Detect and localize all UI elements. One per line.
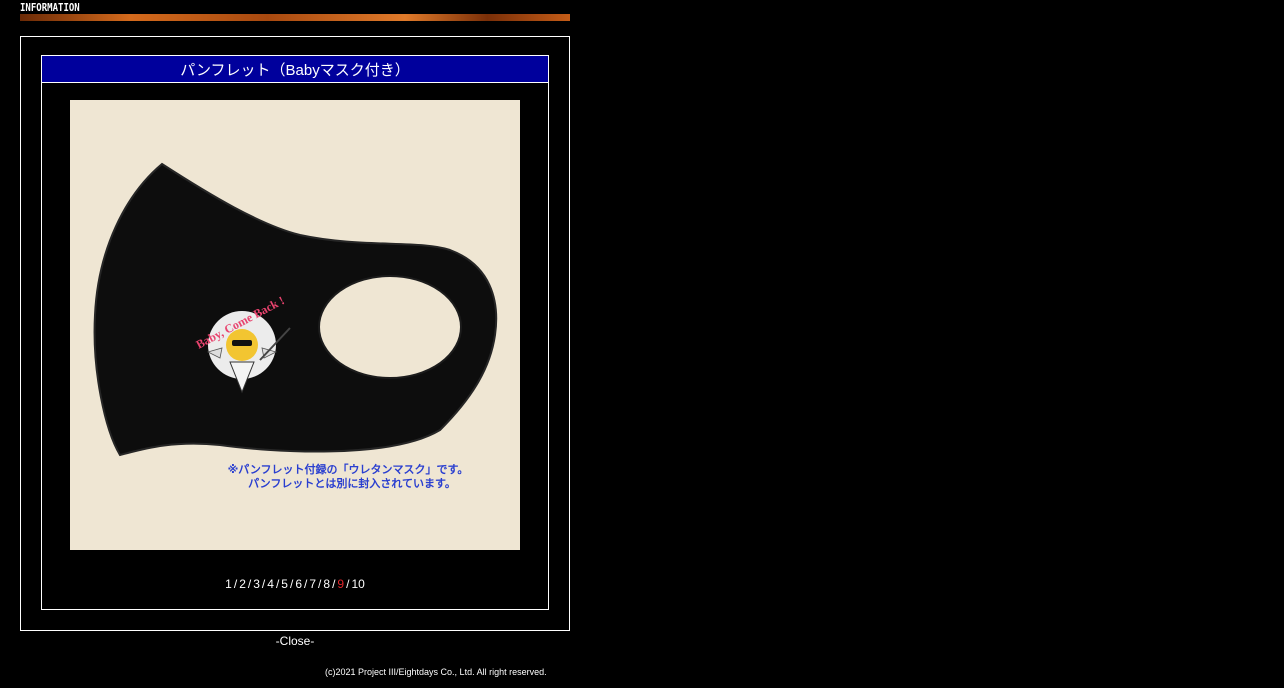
modal-title-bar: パンフレット（Babyマスク付き） <box>42 56 548 83</box>
mask-ear-hole <box>318 275 462 379</box>
image-caption-line1: ※パンフレット付録の「ウレタンマスク」です。 <box>228 462 469 476</box>
close-link[interactable]: -Close- <box>20 634 570 648</box>
page-separator: / <box>275 577 280 591</box>
page-separator: / <box>247 577 252 591</box>
footer-copyright: (c)2021 Project III/Eightdays Co., Ltd. … <box>325 667 547 677</box>
page-link-4[interactable]: 4 <box>267 577 274 591</box>
mask-illustration: Baby, Come Back ! ※パンフレット付録の「ウレタンマスク」です。… <box>93 162 498 490</box>
page-link-10[interactable]: 10 <box>351 577 364 591</box>
page-separator: / <box>346 577 350 591</box>
page-link-6[interactable]: 6 <box>295 577 302 591</box>
page-separator: / <box>261 577 266 591</box>
modal-inner-frame: パンフレット（Babyマスク付き） Baby, Come Back ! ※パンフ… <box>41 55 549 610</box>
page-separator: / <box>318 577 322 591</box>
page-link-5[interactable]: 5 <box>281 577 288 591</box>
page-link-7[interactable]: 7 <box>309 577 316 591</box>
page-link-9: 9 <box>337 577 345 591</box>
header-information-label: INFORMATION <box>20 1 80 14</box>
page-separator: / <box>289 577 294 591</box>
page-link-8[interactable]: 8 <box>323 577 330 591</box>
page-link-3[interactable]: 3 <box>253 577 260 591</box>
header-decorative-bar <box>20 14 570 21</box>
modal-title: パンフレット（Babyマスク付き） <box>180 61 410 79</box>
product-image-mask: Baby, Come Back ! ※パンフレット付録の「ウレタンマスク」です。… <box>70 100 520 550</box>
page-separator: / <box>332 577 336 591</box>
image-caption-line2: パンフレットとは別に封入されています。 <box>248 476 456 490</box>
pagination: 1/2/3/4/5/6/7/8/9/10 <box>42 577 548 591</box>
page-link-2[interactable]: 2 <box>239 577 246 591</box>
page-separator: / <box>304 577 308 591</box>
page-link-1[interactable]: 1 <box>225 577 232 591</box>
page-separator: / <box>233 577 238 591</box>
